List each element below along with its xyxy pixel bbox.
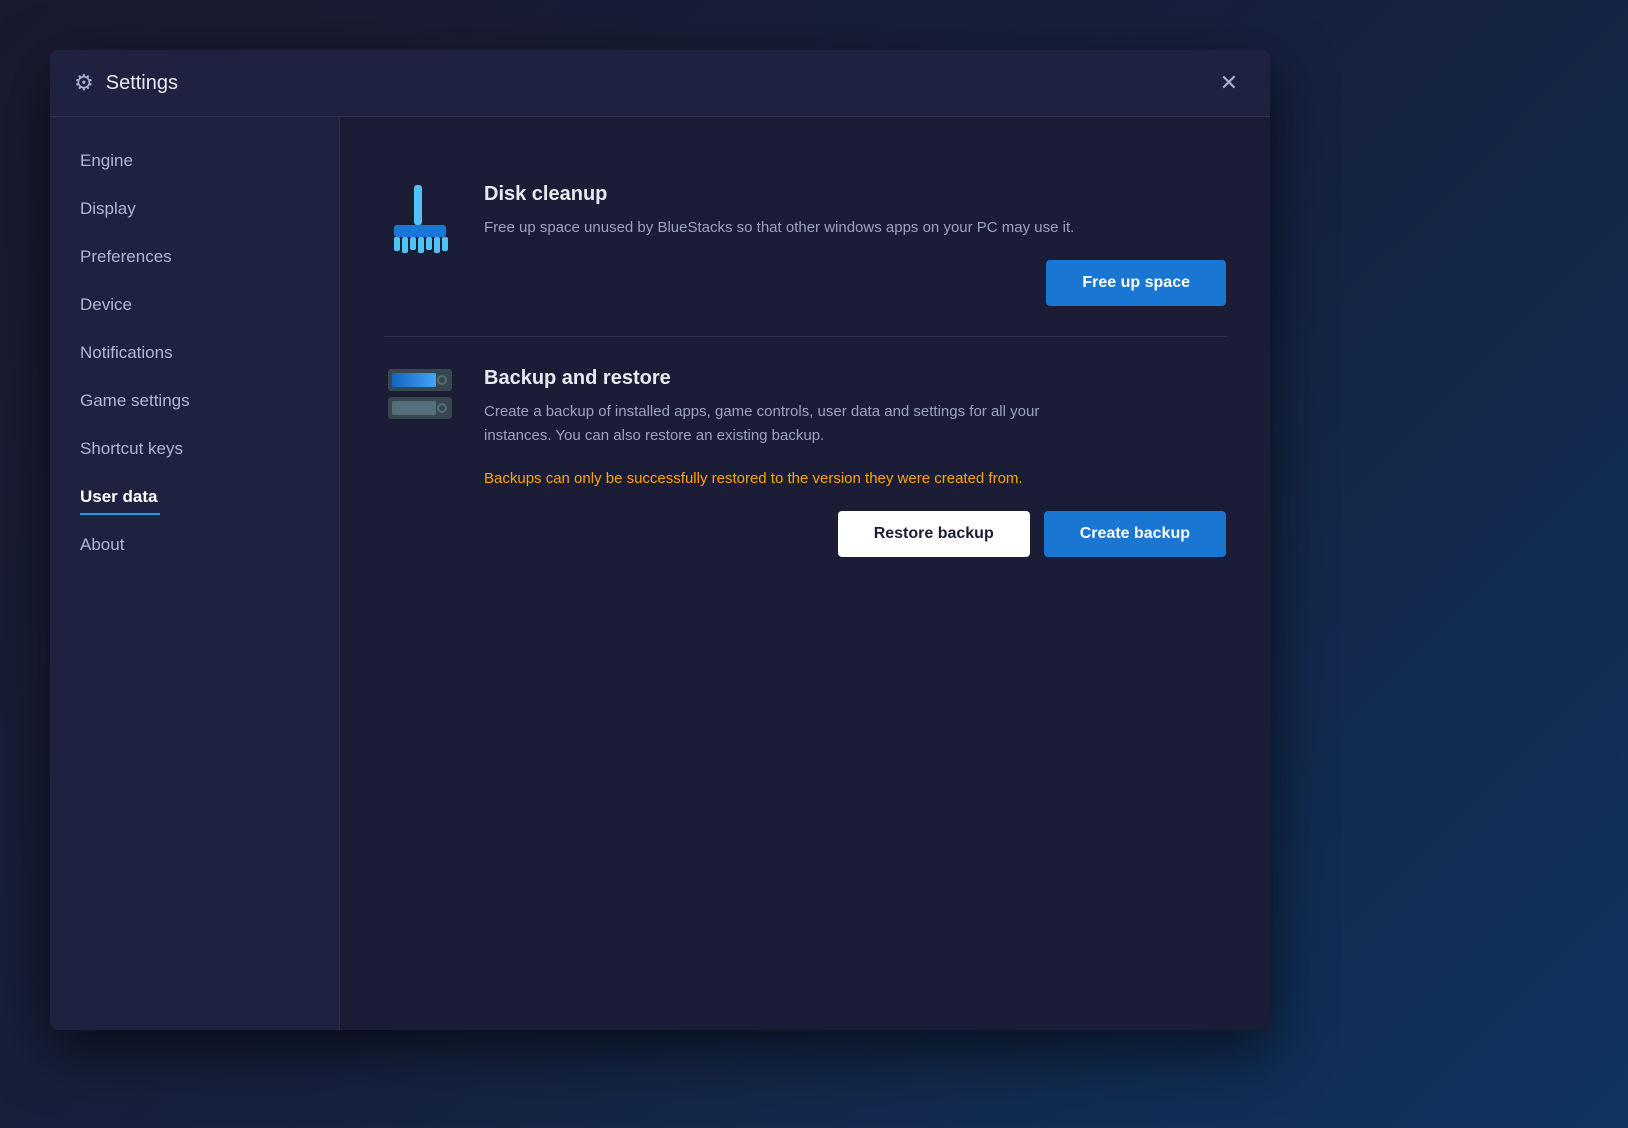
- settings-dialog: ⚙ Settings ✕ Engine Display Preferences …: [50, 50, 1270, 1030]
- sidebar-item-device[interactable]: Device: [50, 281, 339, 329]
- sidebar-item-engine[interactable]: Engine: [50, 137, 339, 185]
- close-button[interactable]: ✕: [1212, 68, 1246, 98]
- sidebar-item-shortcut-keys[interactable]: Shortcut keys: [50, 425, 339, 473]
- main-content: Disk cleanup Free up space unused by Blu…: [340, 117, 1270, 1030]
- create-backup-button[interactable]: Create backup: [1044, 511, 1226, 557]
- restore-backup-button[interactable]: Restore backup: [838, 511, 1030, 557]
- sidebar-item-game-settings[interactable]: Game settings: [50, 377, 339, 425]
- backup-restore-inner: Backup and restore Create a backup of in…: [384, 337, 1226, 587]
- free-up-space-button[interactable]: Free up space: [1046, 260, 1226, 306]
- disk-cleanup-actions: Free up space: [484, 260, 1226, 306]
- sidebar-label-preferences: Preferences: [80, 247, 172, 266]
- sidebar: Engine Display Preferences Device Notifi…: [50, 117, 340, 1030]
- sidebar-label-device: Device: [80, 295, 132, 314]
- sidebar-item-display[interactable]: Display: [50, 185, 339, 233]
- backup-icon-container: [384, 367, 456, 431]
- backup-restore-section: Backup and restore Create a backup of in…: [384, 337, 1226, 587]
- sidebar-label-engine: Engine: [80, 151, 133, 170]
- sidebar-label-game-settings: Game settings: [80, 391, 190, 410]
- sidebar-item-about[interactable]: About: [50, 521, 339, 569]
- backup-restore-actions: Restore backup Create backup: [484, 511, 1226, 557]
- sidebar-label-display: Display: [80, 199, 136, 218]
- backup-warning: Backups can only be successfully restore…: [484, 468, 1226, 491]
- disk-cleanup-section: Disk cleanup Free up space unused by Blu…: [384, 153, 1226, 336]
- backup-restore-content: Backup and restore Create a backup of in…: [484, 367, 1226, 557]
- disk-cleanup-content: Disk cleanup Free up space unused by Blu…: [484, 183, 1226, 306]
- backup-restore-title: Backup and restore: [484, 367, 1226, 390]
- sidebar-label-notifications: Notifications: [80, 343, 173, 362]
- backup-restore-desc: Create a backup of installed apps, game …: [484, 400, 1104, 448]
- disk-cleanup-title: Disk cleanup: [484, 183, 1226, 206]
- sidebar-item-preferences[interactable]: Preferences: [50, 233, 339, 281]
- backup-restore-icon: [386, 367, 454, 431]
- title-bar: ⚙ Settings ✕: [50, 50, 1270, 117]
- dialog-body: Engine Display Preferences Device Notifi…: [50, 117, 1270, 1030]
- disk-cleanup-icon: [386, 183, 454, 255]
- title-left: ⚙ Settings: [74, 70, 178, 96]
- settings-icon: ⚙: [74, 70, 94, 96]
- disk-cleanup-icon-container: [384, 183, 456, 255]
- dialog-title: Settings: [106, 72, 178, 95]
- disk-cleanup-inner: Disk cleanup Free up space unused by Blu…: [384, 153, 1226, 336]
- disk-cleanup-desc: Free up space unused by BlueStacks so th…: [484, 216, 1104, 240]
- sidebar-item-user-data[interactable]: User data: [50, 473, 339, 521]
- sidebar-label-about: About: [80, 535, 124, 554]
- sidebar-item-notifications[interactable]: Notifications: [50, 329, 339, 377]
- sidebar-label-user-data: User data: [80, 487, 157, 506]
- sidebar-label-shortcut-keys: Shortcut keys: [80, 439, 183, 458]
